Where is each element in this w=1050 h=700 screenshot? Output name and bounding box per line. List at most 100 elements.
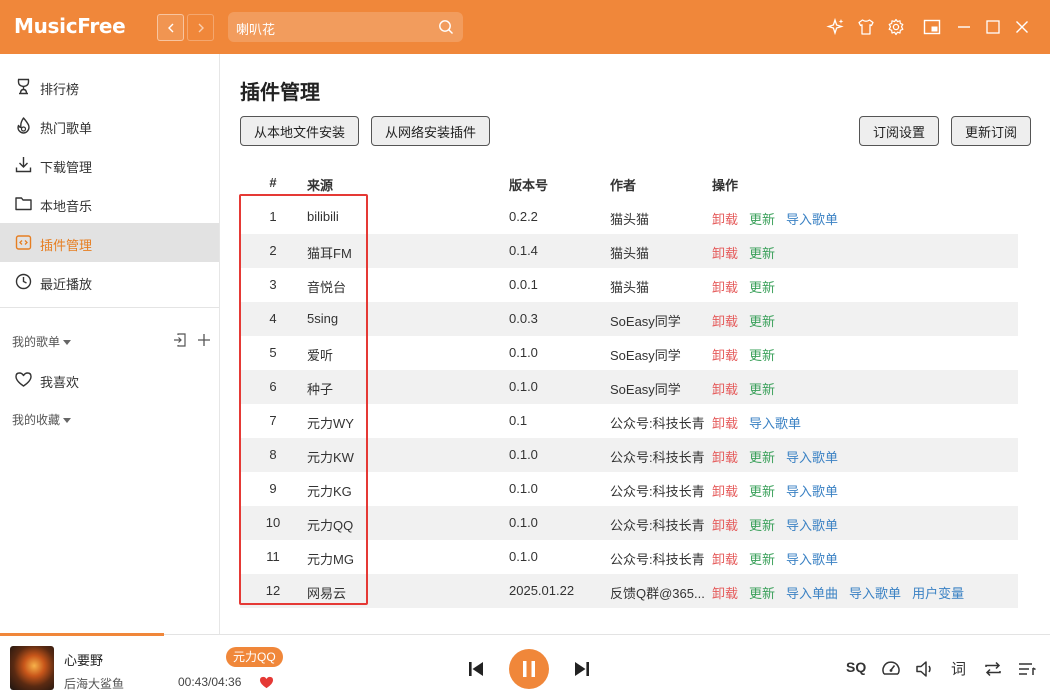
column-header-actions: 操作 [712, 178, 739, 193]
row-source: 元力MG [307, 552, 354, 567]
column-header-source: 来源 [307, 178, 334, 193]
uninstall-link[interactable]: 卸载 [712, 348, 738, 363]
row-index: 1 [269, 209, 277, 224]
update-link[interactable]: 更新 [749, 314, 775, 329]
import-link[interactable]: 导入歌单 [786, 212, 838, 227]
minimize-icon[interactable] [954, 17, 974, 37]
sidebar-item-plugin-management[interactable]: 插件管理 [0, 223, 219, 262]
speed-dashboard-icon[interactable] [880, 658, 902, 680]
plugin-table: # 来源 版本号 作者 操作 1 bilibili 0.2.2 猫头猫 卸载 更新 导入歌单… [240, 166, 1018, 608]
add-playlist-icon[interactable] [196, 332, 212, 348]
uninstall-link[interactable]: 卸载 [712, 246, 738, 261]
row-source: 网易云 [307, 586, 347, 601]
update-subscription-button[interactable]: 更新订阅 [951, 116, 1031, 146]
row-author: 公众号:科技长青 [610, 552, 705, 567]
update-link[interactable]: 更新 [749, 586, 775, 601]
install-local-button[interactable]: 从本地文件安装 [240, 116, 359, 146]
row-author: 公众号:科技长青 [610, 484, 705, 499]
import-playlist-icon[interactable] [172, 332, 188, 348]
import-link[interactable]: 导入单曲 [786, 586, 838, 601]
plugin-icon [15, 235, 32, 250]
table-header: # 来源 版本号 作者 操作 [240, 166, 1018, 200]
update-link[interactable]: 更新 [749, 552, 775, 567]
my-playlists-header[interactable]: 我的歌单 [12, 333, 72, 350]
search-input[interactable]: 喇叭花 [236, 19, 275, 38]
row-author: 猫头猫 [610, 280, 650, 295]
table-row: 9 元力KG 0.1.0 公众号:科技长青 卸载 更新 导入歌单 [240, 472, 1018, 506]
uninstall-link[interactable]: 卸载 [712, 314, 738, 329]
table-row: 12 网易云 2025.01.22 反馈Q群@365... 卸载 更新 导入单曲 导入歌单 用户… [240, 574, 1018, 608]
subscription-settings-button[interactable]: 订阅设置 [859, 116, 939, 146]
mini-mode-icon[interactable] [922, 17, 942, 37]
search-icon[interactable] [437, 18, 455, 36]
uninstall-link[interactable]: 卸载 [712, 212, 738, 227]
heart-filled-icon[interactable] [259, 675, 274, 690]
close-icon[interactable] [1012, 17, 1032, 37]
pause-button[interactable] [509, 649, 549, 689]
sidebar-item-label: 我喜欢 [40, 375, 80, 390]
import-link[interactable]: 导入歌单 [786, 552, 838, 567]
table-row: 7 元力WY 0.1 公众号:科技长青 卸载 导入歌单 [240, 404, 1018, 438]
import-link[interactable]: 导入歌单 [849, 586, 901, 601]
install-network-button[interactable]: 从网络安装插件 [371, 116, 490, 146]
row-source: 种子 [307, 382, 334, 397]
update-link[interactable]: 更新 [749, 450, 775, 465]
sidebar-item-charts[interactable]: 排行榜 [0, 67, 219, 106]
uninstall-link[interactable]: 卸载 [712, 484, 738, 499]
uninstall-link[interactable]: 卸载 [712, 518, 738, 533]
uninstall-link[interactable]: 卸载 [712, 552, 738, 567]
fire-icon [17, 117, 30, 134]
volume-icon[interactable] [914, 658, 936, 680]
import-link[interactable]: 导入歌单 [749, 416, 801, 431]
import-link[interactable]: 导入歌单 [786, 484, 838, 499]
row-author: 反馈Q群@365... [610, 586, 705, 601]
previous-track-icon[interactable] [466, 659, 486, 679]
sparkle-icon[interactable] [826, 17, 846, 37]
sidebar-item-hot-playlists[interactable]: 热门歌单 [0, 106, 219, 145]
update-link[interactable]: 更新 [749, 280, 775, 295]
row-source: 爱听 [307, 348, 334, 363]
update-link[interactable]: 更新 [749, 246, 775, 261]
update-link[interactable]: 更新 [749, 518, 775, 533]
sidebar-item-recent[interactable]: 最近播放 [0, 262, 219, 301]
uninstall-link[interactable]: 卸载 [712, 382, 738, 397]
sidebar-item-local-music[interactable]: 本地音乐 [0, 184, 219, 223]
uninstall-link[interactable]: 卸载 [712, 280, 738, 295]
lyrics-button[interactable]: 词 [951, 658, 966, 679]
import-link[interactable]: 用户变量 [912, 586, 964, 601]
uninstall-link[interactable]: 卸载 [712, 586, 738, 601]
row-version: 0.2.2 [509, 209, 538, 224]
quality-button[interactable]: SQ [846, 659, 866, 675]
update-link[interactable]: 更新 [749, 382, 775, 397]
update-link[interactable]: 更新 [749, 212, 775, 227]
my-collections-label: 我的收藏 [12, 413, 61, 427]
row-index: 2 [269, 243, 277, 258]
repeat-icon[interactable] [982, 658, 1004, 680]
update-link[interactable]: 更新 [749, 484, 775, 499]
settings-gear-icon[interactable] [886, 17, 906, 37]
row-author: SoEasy同学 [610, 314, 681, 329]
import-link[interactable]: 导入歌单 [786, 450, 838, 465]
table-row: 1 bilibili 0.2.2 猫头猫 卸载 更新 导入歌单 [240, 200, 1018, 234]
next-track-icon[interactable] [572, 659, 592, 679]
forward-button[interactable] [187, 14, 214, 41]
update-link[interactable]: 更新 [749, 348, 775, 363]
row-actions: 卸载 更新 导入歌单 [712, 209, 849, 228]
uninstall-link[interactable]: 卸载 [712, 416, 738, 431]
uninstall-link[interactable]: 卸载 [712, 450, 738, 465]
playback-progress[interactable] [0, 633, 164, 636]
sidebar-item-downloads[interactable]: 下载管理 [0, 145, 219, 184]
sidebar-item-favorites[interactable]: 我喜欢 [0, 360, 219, 399]
my-collections-header[interactable]: 我的收藏 [12, 411, 72, 428]
search-box[interactable]: 喇叭花 [228, 12, 463, 42]
sidebar-item-label: 下载管理 [40, 160, 93, 175]
album-cover[interactable] [10, 646, 54, 690]
row-actions: 卸载 更新 [712, 311, 786, 330]
back-button[interactable] [157, 14, 184, 41]
theme-shirt-icon[interactable] [856, 17, 876, 37]
import-link[interactable]: 导入歌单 [786, 518, 838, 533]
song-title[interactable]: 心要野 [64, 650, 103, 669]
maximize-icon[interactable] [983, 17, 1003, 37]
playlist-icon[interactable] [1016, 658, 1038, 680]
row-source: bilibili [307, 209, 339, 224]
